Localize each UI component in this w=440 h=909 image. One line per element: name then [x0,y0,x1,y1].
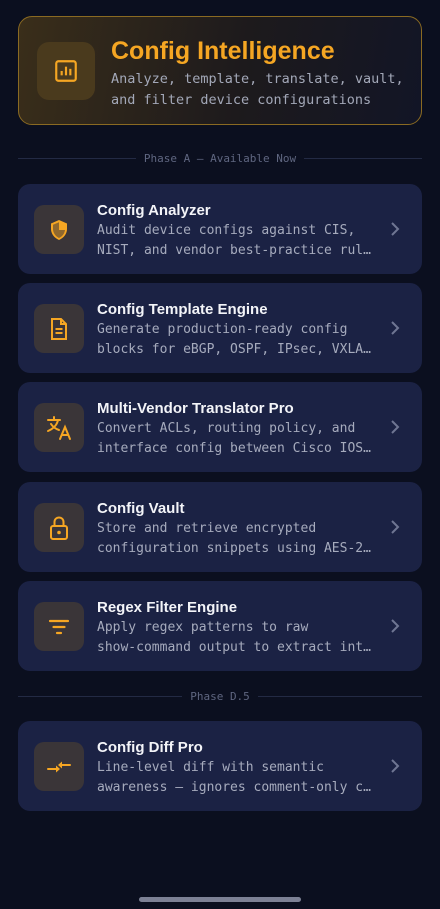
section-divider-phase-a: Phase A — Available Now [18,150,423,166]
compare-arrows-icon [34,742,84,791]
section-label: Phase D.5 [190,689,250,703]
page-title: Config Intelligence [111,37,335,65]
card-description: Line-level diff with semantic awareness … [97,760,371,795]
section-divider-phase-d5: Phase D.5 [18,688,423,704]
chevron-right-icon [388,220,402,238]
section-label: Phase A — Available Now [143,151,297,165]
document-icon [34,304,84,353]
tool-card-multi-vendor-translator[interactable]: Multi-Vendor Translator Pro Convert ACLs… [18,382,422,472]
card-title: Multi-Vendor Translator Pro [97,400,294,417]
card-title: Config Vault [97,500,185,517]
card-description: Convert ACLs, routing policy, and interf… [97,421,371,456]
chevron-right-icon [388,319,402,337]
filter-icon [34,602,84,651]
card-description: Audit device configs against CIS, NIST, … [97,223,371,258]
card-description: Store and retrieve encrypted configurati… [97,521,371,556]
chevron-right-icon [388,617,402,635]
card-title: Config Analyzer [97,202,211,219]
chevron-right-icon [388,518,402,536]
card-title: Config Diff Pro [97,739,203,756]
card-title: Regex Filter Engine [97,599,238,616]
translate-icon [34,403,84,452]
screen: Config Intelligence Analyze, template, t… [0,0,440,909]
chevron-right-icon [388,757,402,775]
home-indicator[interactable] [139,897,301,902]
tool-card-config-analyzer[interactable]: Config Analyzer Audit device configs aga… [18,184,422,274]
chevron-right-icon [388,418,402,436]
card-title: Config Template Engine [97,301,268,318]
bar-chart-icon [37,42,95,100]
page-subtitle: Analyze, template, translate, vault, and… [111,71,404,108]
card-description: Apply regex patterns to raw show-command… [97,620,371,655]
tool-card-regex-filter-engine[interactable]: Regex Filter Engine Apply regex patterns… [18,581,422,671]
tool-card-config-template-engine[interactable]: Config Template Engine Generate producti… [18,283,422,373]
tool-card-config-vault[interactable]: Config Vault Store and retrieve encrypte… [18,482,422,572]
header-card: Config Intelligence Analyze, template, t… [18,16,422,125]
tool-card-config-diff-pro[interactable]: Config Diff Pro Line-level diff with sem… [18,721,422,811]
lock-icon [34,503,84,552]
shield-icon [34,205,84,254]
card-description: Generate production-ready config blocks … [97,322,371,357]
